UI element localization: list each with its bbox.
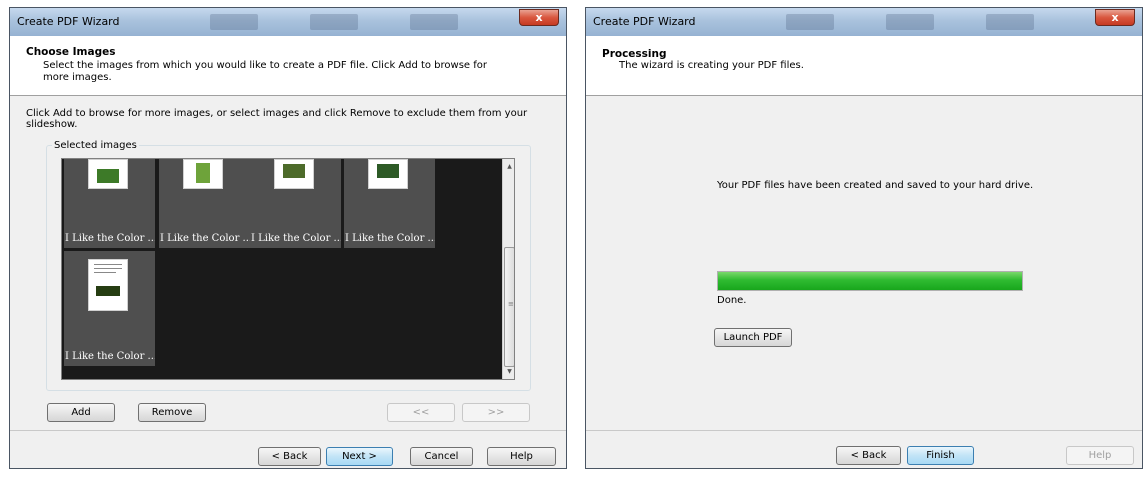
title-bar-glare: [886, 14, 934, 30]
image-caption: I Like the Color ...: [345, 233, 435, 244]
wizard-header: Processing The wizard is creating your P…: [586, 36, 1142, 96]
text-line: [94, 268, 122, 269]
image-caption: I Like the Color ...: [65, 351, 155, 362]
selected-images-label: Selected images: [52, 140, 139, 151]
page-thumbnail: [88, 159, 128, 189]
close-button[interactable]: x: [519, 9, 559, 26]
back-button[interactable]: < Back: [836, 446, 901, 465]
grip-icon: ≡: [508, 300, 514, 308]
help-button[interactable]: Help: [1066, 446, 1134, 465]
close-button[interactable]: x: [1095, 9, 1135, 26]
text-line: [94, 264, 122, 265]
wizard-step-description: Select the images from which you would l…: [43, 60, 488, 83]
image-caption: I Like the Color ...: [160, 233, 250, 244]
image-tile[interactable]: I Like the Color ...: [159, 159, 250, 248]
previous-page-button[interactable]: <<: [387, 403, 455, 422]
title-bar-glare: [786, 14, 834, 30]
progress-bar: [717, 271, 1023, 291]
window-title: Create PDF Wizard: [593, 15, 696, 28]
title-bar[interactable]: Create PDF Wizard x: [586, 8, 1142, 36]
progress-status: Done.: [717, 295, 747, 306]
instruction-text: Click Add to browse for more images, or …: [26, 108, 528, 130]
wizard-step-title: Choose Images: [26, 46, 116, 58]
page-thumbnail: [88, 259, 128, 311]
page-thumbnail: [183, 159, 223, 189]
image-tile[interactable]: I Like the Color ...: [64, 251, 155, 366]
scrollbar-thumb[interactable]: ≡: [504, 247, 514, 367]
completion-message: Your PDF files have been created and sav…: [717, 180, 1034, 191]
title-bar-glare: [210, 14, 258, 30]
text-line: [94, 272, 116, 273]
image-gallery[interactable]: I Like the Color ... I Like the Color ..…: [61, 158, 515, 380]
create-pdf-wizard-choose-images-window: Create PDF Wizard x Choose Images Select…: [9, 7, 567, 469]
footer-divider: [10, 430, 566, 431]
scroll-up-arrow-icon[interactable]: ▲: [503, 160, 514, 173]
progress-bar-fill: [718, 272, 1022, 290]
image-tile[interactable]: I Like the Color ...: [344, 159, 435, 248]
next-button[interactable]: Next >: [326, 447, 393, 466]
scroll-down-arrow-icon[interactable]: ▼: [503, 365, 514, 378]
help-button[interactable]: Help: [487, 447, 556, 466]
image-thumbnail: [283, 164, 305, 178]
image-thumbnail: [96, 286, 120, 296]
page-thumbnail: [274, 159, 314, 189]
image-thumbnail: [377, 164, 399, 178]
launch-pdf-button[interactable]: Launch PDF: [714, 328, 792, 347]
window-title: Create PDF Wizard: [17, 15, 120, 28]
image-caption: I Like the Color ...: [251, 233, 341, 244]
close-icon: x: [535, 11, 543, 24]
title-bar-glare: [410, 14, 458, 30]
cancel-button[interactable]: Cancel: [410, 447, 473, 466]
title-bar-glare: [986, 14, 1034, 30]
image-caption: I Like the Color ...: [65, 233, 155, 244]
footer-divider: [586, 430, 1142, 431]
title-bar-glare: [310, 14, 358, 30]
wizard-step-title: Processing: [602, 48, 667, 60]
image-thumbnail: [97, 169, 119, 183]
image-thumbnail: [196, 163, 210, 183]
next-page-button[interactable]: >>: [462, 403, 530, 422]
back-button[interactable]: < Back: [258, 447, 321, 466]
create-pdf-wizard-processing-window: Create PDF Wizard x Processing The wizar…: [585, 7, 1143, 469]
remove-button[interactable]: Remove: [138, 403, 206, 422]
wizard-header: Choose Images Select the images from whi…: [10, 36, 566, 96]
gallery-scrollbar[interactable]: ▲ ≡ ▼: [502, 159, 514, 379]
page-thumbnail: [368, 159, 408, 189]
close-icon: x: [1111, 11, 1119, 24]
wizard-step-description: The wizard is creating your PDF files.: [619, 60, 804, 71]
image-tile[interactable]: I Like the Color ...: [250, 159, 341, 248]
image-tile[interactable]: I Like the Color ...: [64, 159, 155, 248]
title-bar[interactable]: Create PDF Wizard x: [10, 8, 566, 36]
add-button[interactable]: Add: [47, 403, 115, 422]
finish-button[interactable]: Finish: [907, 446, 974, 465]
